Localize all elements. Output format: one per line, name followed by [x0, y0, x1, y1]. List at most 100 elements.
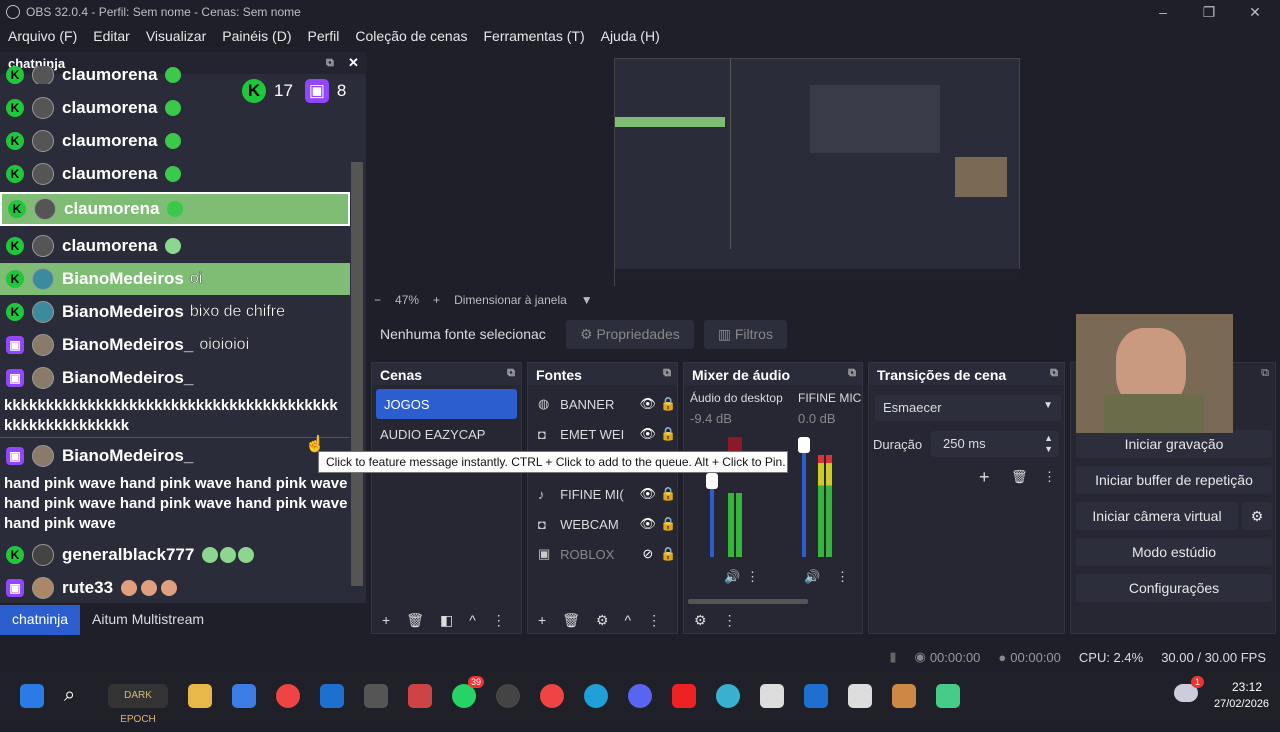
weather-icon[interactable]: 1 [1174, 676, 1204, 702]
dock-float-icon[interactable]: ⧉ [663, 367, 671, 380]
source-item[interactable]: ♪ FIFINE MI(👁 🔒 [528, 479, 677, 509]
tab-aitum-multistream[interactable]: Aitum Multistream [80, 605, 216, 635]
lock-icon[interactable]: 🔒 [659, 396, 677, 412]
start-virtual-camera-button[interactable]: Iniciar câmera virtual [1076, 502, 1238, 530]
search-icon[interactable]: ⌕ [64, 684, 88, 708]
scene-item[interactable]: AUDIO EAZYCAP [372, 419, 521, 449]
menu-editar[interactable]: Editar [93, 28, 130, 44]
zoom-out-button[interactable]: − [374, 293, 381, 307]
eye-icon[interactable]: 👁 [636, 426, 659, 442]
game-icon[interactable]: DARK EPOCH [108, 684, 168, 725]
stepper-icon[interactable]: ▲ ▼ [1044, 433, 1053, 455]
maximize-button[interactable]: ❐ [1186, 0, 1232, 24]
start-replay-buffer-button[interactable]: Iniciar buffer de repetição [1076, 466, 1272, 494]
menu-colecao-cenas[interactable]: Coleção de cenas [355, 28, 467, 44]
chevron-down-icon[interactable]: ▼ [581, 293, 593, 307]
lock-icon[interactable]: 🔒 [659, 426, 677, 442]
chat-message[interactable]: ▣ BianoMedeiros_ oioioioi [0, 332, 350, 358]
gear-icon[interactable]: ⚙ [1242, 502, 1272, 530]
chat-message[interactable]: K claumorena [0, 161, 350, 187]
chat-message[interactable]: K claumorena [0, 128, 350, 154]
dock-float-icon[interactable]: ⧉ [507, 367, 515, 380]
more-icon[interactable]: ⋮ [723, 612, 737, 629]
more-icon[interactable]: ⋮ [492, 612, 506, 629]
chat-message[interactable]: K claumorena [0, 66, 350, 84]
menu-ferramentas[interactable]: Ferramentas (T) [483, 28, 584, 44]
discord-icon[interactable] [628, 684, 652, 708]
more-icon[interactable]: ⋮ [746, 569, 759, 585]
edge-icon[interactable] [584, 684, 608, 708]
speaker-icon[interactable]: 🔊 [724, 569, 740, 585]
menu-ajuda[interactable]: Ajuda (H) [601, 28, 660, 44]
scene-item[interactable]: JOGOS [376, 389, 517, 419]
snipping-icon[interactable] [408, 684, 432, 708]
clock-date[interactable]: 27/02/2026 [1214, 698, 1269, 710]
app-icon[interactable] [936, 684, 960, 708]
roblox-icon[interactable] [804, 684, 828, 708]
dock-float-icon[interactable]: ⧉ [848, 367, 856, 380]
lock-icon[interactable]: 🔒 [659, 486, 677, 502]
mixer-scrollbar[interactable] [688, 599, 808, 604]
menu-arquivo[interactable]: Arquivo (F) [8, 28, 77, 44]
app-r-icon[interactable] [540, 684, 564, 708]
outlook-icon[interactable] [320, 684, 344, 708]
obs-icon[interactable] [496, 684, 520, 708]
mic-volume-handle[interactable] [798, 437, 810, 453]
add-icon[interactable]: + [979, 467, 990, 488]
gear-icon[interactable]: ⚙ [596, 612, 609, 629]
zoom-in-button[interactable]: + [433, 293, 440, 307]
lock-icon[interactable]: 🔒 [659, 546, 677, 562]
more-icon[interactable]: ⋮ [647, 612, 661, 629]
chat-message[interactable]: ▣ BianoMedeiros_ [0, 365, 350, 391]
menu-visualizar[interactable]: Visualizar [146, 28, 206, 44]
mic-volume-slider[interactable] [802, 443, 806, 557]
minimize-button[interactable]: – [1140, 0, 1186, 24]
close-button[interactable]: ✕ [1232, 0, 1278, 24]
calculator-icon[interactable] [364, 684, 388, 708]
transition-type-select[interactable]: Esmaecer ▼ [875, 395, 1061, 421]
trash-icon[interactable]: 🗑 [1011, 469, 1028, 485]
menu-paineis[interactable]: Painéis (D) [222, 28, 291, 44]
fit-to-window-label[interactable]: Dimensionar à janela [454, 293, 567, 307]
source-item[interactable]: ▣ ROBLOX ⊘ 🔒 [528, 539, 677, 569]
source-item[interactable]: ◘ WEBCAM 👁 🔒 [528, 509, 677, 539]
gear-icon[interactable]: ⚙ [694, 612, 707, 629]
windows-start-icon[interactable] [20, 684, 44, 708]
app-icon[interactable] [892, 684, 916, 708]
chat-message[interactable]: K BianoMedeiros bixo de chifre [0, 299, 350, 325]
lock-icon[interactable]: 🔒 [659, 516, 677, 532]
app-icon[interactable] [848, 684, 872, 708]
filters-button[interactable]: ▥ Filtros [703, 319, 787, 349]
eye-icon[interactable]: 👁 [636, 516, 659, 532]
chat-message-featured[interactable]: K claumorena [0, 192, 350, 226]
studio-mode-button[interactable]: Modo estúdio [1076, 538, 1272, 566]
dock-float-icon[interactable]: ⧉ [1261, 367, 1269, 380]
desktop-volume-handle[interactable] [706, 473, 718, 489]
add-icon[interactable]: + [538, 612, 546, 628]
duration-input[interactable]: 250 ms ▲ ▼ [931, 431, 1059, 457]
add-icon[interactable]: + [382, 612, 390, 628]
chat-scrollbar[interactable] [351, 162, 363, 586]
globe-icon[interactable] [716, 684, 740, 708]
chevron-up-icon[interactable]: ^ [469, 612, 476, 628]
eye-hidden-icon[interactable]: ⊘ [636, 546, 659, 562]
chat-message[interactable]: ▣ BianoMedeiros_ [0, 443, 350, 469]
preview-canvas[interactable] [614, 58, 1021, 287]
chat-message[interactable]: K claumorena [0, 95, 350, 121]
chevron-up-icon[interactable]: ^ [625, 612, 632, 628]
chat-message[interactable]: K claumorena [0, 233, 350, 259]
chat-message[interactable]: K generalblack777 [0, 542, 350, 568]
source-item[interactable]: ◘ EMET WEI 👁 🔒 [528, 419, 677, 449]
clock-time[interactable]: 23:12 [1232, 680, 1262, 694]
more-icon[interactable]: ⋮ [1043, 469, 1056, 485]
trash-icon[interactable]: 🗑 [562, 612, 580, 629]
menu-perfil[interactable]: Perfil [308, 28, 340, 44]
more-icon[interactable]: ⋮ [836, 569, 849, 585]
chrome-icon[interactable] [276, 684, 300, 708]
chat-message[interactable]: ▣ rute33 [0, 575, 350, 601]
start-recording-button[interactable]: Iniciar gravação [1076, 430, 1272, 458]
source-item[interactable]: ◍ BANNER 👁 🔒 [528, 389, 677, 419]
eye-icon[interactable]: 👁 [636, 486, 659, 502]
filter-icon[interactable]: ◧ [440, 612, 453, 629]
tab-chatninja[interactable]: chatninja [0, 605, 81, 635]
